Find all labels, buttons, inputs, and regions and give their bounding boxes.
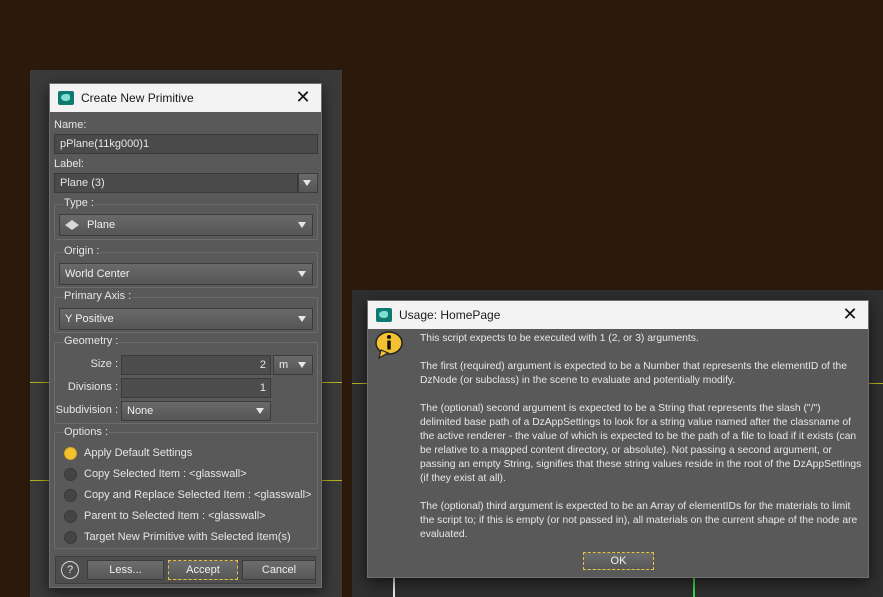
subdivision-select[interactable]: None <box>121 401 271 421</box>
close-icon[interactable]: ✕ <box>842 305 858 323</box>
origin-select[interactable]: World Center <box>59 263 313 285</box>
usage-paragraph: The (optional) second argument is expect… <box>420 403 862 484</box>
dropdown-arrow-icon <box>298 271 306 277</box>
subdivision-value: None <box>127 405 154 417</box>
ok-button[interactable]: OK <box>583 552 654 570</box>
dropdown-arrow-icon <box>298 362 306 368</box>
size-field[interactable]: 2 <box>121 355 271 375</box>
size-value: 2 <box>259 359 266 371</box>
option-parent-selected[interactable]: Parent to Selected Item : <glasswall> <box>64 507 266 525</box>
primary-axis-group: Primary Axis : Y Positive <box>54 290 318 333</box>
usage-paragraph: The (optional) third argument is expecte… <box>420 501 858 540</box>
dialog-titlebar[interactable]: Usage: HomePage ✕ <box>368 301 868 329</box>
primary-axis-group-title: Primary Axis : <box>63 290 133 302</box>
viewport-axis-line <box>393 575 395 597</box>
name-label: Name: <box>54 119 87 131</box>
info-icon <box>375 331 403 359</box>
geometry-group-title: Geometry : <box>63 335 120 347</box>
size-unit-select[interactable]: m <box>273 355 313 375</box>
divisions-field[interactable]: 1 <box>121 378 271 398</box>
viewport-axis-line <box>693 575 695 597</box>
dropdown-arrow-icon <box>256 408 264 414</box>
app-icon <box>58 91 74 105</box>
help-glyph: ? <box>66 564 74 576</box>
label-field[interactable]: Plane (3) <box>54 173 298 193</box>
close-icon[interactable]: ✕ <box>295 88 311 106</box>
geometry-group: Geometry : Size : 2 m Divisions : 1 Subd… <box>54 335 318 424</box>
origin-group-title: Origin : <box>63 245 101 257</box>
type-value: Plane <box>87 219 116 231</box>
dialog-title: Create New Primitive <box>81 91 194 105</box>
option-target-selected[interactable]: Target New Primitive with Selected Item(… <box>64 528 291 546</box>
primary-axis-value: Y Positive <box>65 313 114 325</box>
origin-group: Origin : World Center <box>54 245 318 288</box>
name-field[interactable]: pPlane(11kg000)1 <box>54 134 318 154</box>
radio-button[interactable] <box>64 488 77 502</box>
primary-axis-select[interactable]: Y Positive <box>59 308 313 330</box>
plane-icon <box>65 220 79 230</box>
subdivision-label: Subdivision : <box>55 404 118 416</box>
less-button[interactable]: Less... <box>87 560 164 580</box>
type-group: Type : Plane <box>54 197 318 240</box>
label-label: Label: <box>54 158 84 170</box>
size-label: Size : <box>90 358 118 370</box>
less-button-label: Less... <box>109 564 142 576</box>
cancel-button[interactable]: Cancel <box>242 560 316 580</box>
option-label: Target New Primitive with Selected Item(… <box>84 531 291 543</box>
create-primitive-dialog: Create New Primitive ✕ Name: pPlane(11kg… <box>49 83 322 588</box>
divisions-value: 1 <box>259 382 266 394</box>
label-dropdown-button[interactable] <box>298 173 318 193</box>
name-value: pPlane(11kg000)1 <box>60 138 150 150</box>
radio-button[interactable] <box>64 509 77 523</box>
app-icon <box>376 308 392 322</box>
dropdown-arrow-icon <box>298 222 306 228</box>
options-group-title: Options : <box>63 426 110 438</box>
dropdown-arrow-icon <box>298 316 306 322</box>
usage-paragraph: The first (required) argument is expecte… <box>420 361 847 386</box>
cancel-button-label: Cancel <box>261 564 297 576</box>
origin-value: World Center <box>65 268 130 280</box>
option-copy-selected[interactable]: Copy Selected Item : <glasswall> <box>64 465 247 483</box>
option-apply-default[interactable]: Apply Default Settings <box>64 444 192 462</box>
accept-button[interactable]: Accept <box>168 560 238 580</box>
usage-message: This script expects to be executed with … <box>420 332 862 556</box>
divisions-label: Divisions : <box>67 381 118 393</box>
ok-button-label: OK <box>610 555 627 567</box>
accept-button-label: Accept <box>186 564 220 576</box>
dialog-title: Usage: HomePage <box>399 308 501 322</box>
label-value: Plane (3) <box>60 177 105 189</box>
usage-paragraph: This script expects to be executed with … <box>420 333 699 344</box>
option-label: Copy and Replace Selected Item : <glassw… <box>84 489 312 501</box>
option-label: Apply Default Settings <box>84 447 193 459</box>
type-group-title: Type : <box>63 197 95 209</box>
help-icon[interactable]: ? <box>61 561 79 579</box>
option-label: Parent to Selected Item : <glasswall> <box>84 510 266 522</box>
option-copy-replace[interactable]: Copy and Replace Selected Item : <glassw… <box>64 486 311 504</box>
option-label: Copy Selected Item : <glasswall> <box>84 468 247 480</box>
radio-button[interactable] <box>64 446 77 460</box>
usage-dialog: Usage: HomePage ✕ This script expects to… <box>367 300 869 578</box>
button-bar: ? Less... Accept Cancel <box>55 556 316 584</box>
size-unit-value: m <box>279 359 289 371</box>
dialog-titlebar[interactable]: Create New Primitive ✕ <box>50 84 321 112</box>
options-group: Options : Apply Default Settings Copy Se… <box>54 426 318 549</box>
dropdown-arrow-icon <box>303 180 311 186</box>
radio-button[interactable] <box>64 530 77 544</box>
radio-button[interactable] <box>64 467 77 481</box>
type-select[interactable]: Plane <box>59 214 313 236</box>
